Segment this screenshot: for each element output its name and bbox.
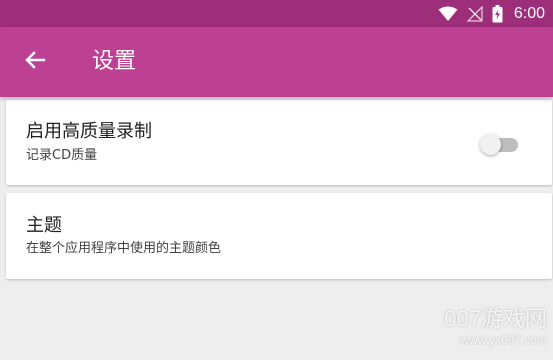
setting-subtitle: 在整个应用程序中使用的主题颜色: [26, 241, 222, 256]
clock: 6:00: [513, 4, 545, 22]
page-title: 设置: [92, 49, 137, 74]
setting-title: 启用高质量录制: [26, 121, 152, 142]
back-button[interactable]: [16, 43, 54, 81]
setting-subtitle: 记录CD质量: [26, 148, 98, 163]
watermark-brand: 007游戏网: [444, 306, 547, 331]
wifi-icon: [438, 6, 458, 22]
watermark-url: www.yx007.com: [460, 333, 547, 347]
setting-high-quality-recording[interactable]: 启用高质量录制 记录CD质量: [6, 100, 552, 185]
no-signal-icon: [466, 5, 483, 22]
setting-title: 主题: [26, 215, 62, 236]
status-bar: 6:00: [0, 0, 553, 27]
status-icons: 6:00: [438, 3, 545, 24]
battery-charging-icon: [492, 4, 503, 23]
toggle-thumb: [480, 134, 501, 155]
arrow-back-icon: [24, 49, 46, 75]
setting-theme[interactable]: 主题 在整个应用程序中使用的主题颜色: [6, 193, 552, 279]
watermark: 007游戏网 www.yx007.com: [417, 305, 547, 347]
app-bar: 设置: [0, 27, 553, 97]
high-quality-toggle[interactable]: [480, 133, 520, 155]
